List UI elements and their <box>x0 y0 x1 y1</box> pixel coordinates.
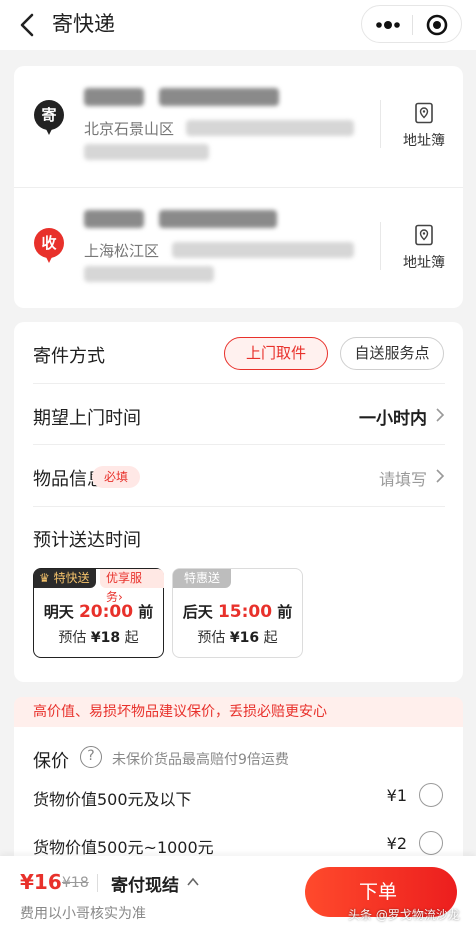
receiver-name-blurred <box>84 210 144 228</box>
address-book-icon <box>415 224 433 246</box>
shipping-form-card: 寄件方式 上门取件 自送服务点 期望上门时间 一小时内 物品信息 请填写 必填 … <box>14 322 463 682</box>
insurance-option-radio[interactable] <box>419 783 443 807</box>
address-card: 寄 北京石景山区 地址簿 收 上海松江区 地址簿 <box>14 66 463 308</box>
question-circle-icon[interactable]: ? <box>80 746 102 768</box>
sender-name-blurred <box>84 88 144 106</box>
chevron-right-icon <box>436 408 445 422</box>
sender-address-line2-blurred <box>84 144 209 160</box>
sender-address-prefix: 北京石景山区 <box>84 120 175 138</box>
address-book-label: 地址簿 <box>403 133 445 149</box>
pickup-time-row[interactable]: 期望上门时间 一小时内 <box>33 384 445 445</box>
self-dropoff-option-button[interactable]: 自送服务点 <box>340 337 444 370</box>
insurance-option-radio[interactable] <box>419 831 443 855</box>
receiver-address-book-button[interactable]: 地址簿 <box>394 224 454 272</box>
chevron-up-icon[interactable] <box>187 877 199 886</box>
watermark: 头条 @罗戈物流沙龙 <box>348 908 460 922</box>
page-title: 寄快递 <box>52 12 115 36</box>
insurance-option-label: 货物价值500元~1000元 <box>33 838 214 857</box>
sender-phone-blurred <box>159 88 279 106</box>
express-delivery-option[interactable]: ♛ 特快送 优享服务› 明天 20:00 前 预估 ¥18 起 <box>33 568 164 658</box>
premium-service-tag: 优享服务› <box>100 569 164 604</box>
economy-arrival-time: 后天 15:00 前 <box>182 602 293 622</box>
delivery-estimate-label: 预计送达时间 <box>33 530 141 551</box>
total-price: ¥16 <box>20 870 62 894</box>
sender-address-blurred <box>186 120 354 136</box>
insurance-title: 保价 <box>33 751 69 772</box>
address-book-icon <box>415 102 433 124</box>
address-book-label: 地址簿 <box>403 255 445 271</box>
insurance-subtitle: 未保价货品最高赔付9倍运费 <box>112 752 289 768</box>
more-dots-icon[interactable] <box>375 19 401 31</box>
pickup-option-button[interactable]: 上门取件 <box>224 337 328 370</box>
crown-icon: ♛ <box>39 571 50 585</box>
shipping-method-label: 寄件方式 <box>33 346 105 367</box>
top-bar: 寄快递 <box>0 0 476 50</box>
receiver-badge: 收 <box>34 228 64 266</box>
back-arrow-icon[interactable] <box>14 10 44 40</box>
divider <box>380 100 381 148</box>
required-badge: 必填 <box>92 466 140 488</box>
checkout-bar: ¥16 ¥18 寄付现结 费用以小哥核实为准 下单 头条 @罗戈物流沙龙 <box>0 856 476 931</box>
receiver-address-blurred <box>172 242 354 258</box>
receiver-address-line2-blurred <box>84 266 214 282</box>
original-price: ¥18 <box>62 875 89 891</box>
economy-price-estimate: 预估 ¥16 起 <box>197 630 278 646</box>
insurance-option-row[interactable]: 货物价值500元及以下 ¥1 <box>33 783 445 813</box>
insurance-option-price: ¥2 <box>386 834 407 853</box>
economy-delivery-option[interactable]: 特惠送 后天 15:00 前 预估 ¥16 起 <box>172 568 303 658</box>
item-info-placeholder: 请填写 <box>378 470 427 489</box>
express-price-estimate: 预估 ¥18 起 <box>58 630 139 646</box>
economy-tag: 特惠送 <box>173 569 231 588</box>
insurance-option-label: 货物价值500元及以下 <box>33 790 192 809</box>
sender-address-row[interactable]: 寄 北京石景山区 地址簿 <box>14 66 463 187</box>
insurance-option-price: ¥1 <box>386 786 407 805</box>
capsule-divider <box>412 15 413 35</box>
pickup-time-value: 一小时内 <box>359 409 427 429</box>
insurance-card: 保价 ? 未保价货品最高赔付9倍运费 货物价值500元及以下 ¥1 货物价值50… <box>14 727 463 877</box>
fee-note: 费用以小哥核实为准 <box>20 906 146 922</box>
express-arrival-time: 明天 20:00 前 <box>43 602 154 622</box>
payment-mode-toggle[interactable]: 寄付现结 <box>111 871 179 896</box>
receiver-address-prefix: 上海松江区 <box>84 242 160 260</box>
mini-program-capsule <box>361 5 462 43</box>
express-tag: ♛ 特快送 <box>34 569 96 588</box>
sender-address-book-button[interactable]: 地址簿 <box>394 102 454 150</box>
shipping-method-row: 寄件方式 上门取件 自送服务点 <box>33 322 445 384</box>
insurance-notice: 高价值、易损坏物品建议保价，丢损必赔更安心 <box>14 697 463 727</box>
receiver-address-row[interactable]: 收 上海松江区 地址簿 <box>14 187 463 308</box>
receiver-phone-blurred <box>159 210 277 228</box>
chevron-right-icon <box>436 469 445 483</box>
pickup-time-label: 期望上门时间 <box>33 408 141 429</box>
sender-badge: 寄 <box>34 100 64 138</box>
target-close-icon[interactable] <box>426 14 448 36</box>
divider <box>380 222 381 270</box>
divider <box>97 874 98 892</box>
